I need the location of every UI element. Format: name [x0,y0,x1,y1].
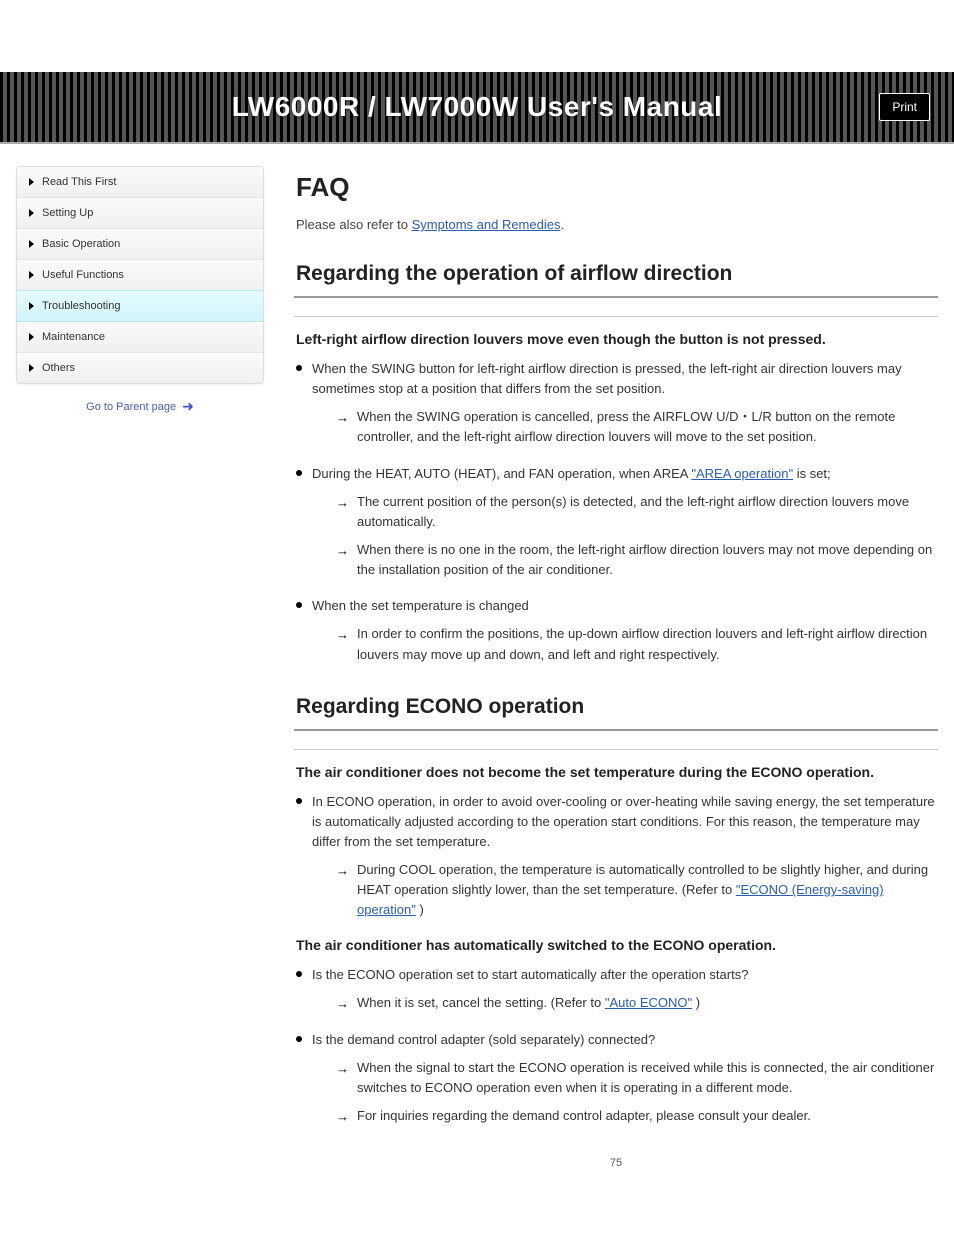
top-whitespace [0,0,954,72]
action-row: → When the SWING operation is cancelled,… [336,407,938,447]
answer-bullet: Is the demand control adapter (sold sepa… [294,1030,938,1128]
arrow-right-icon: → [336,1058,349,1098]
answer-bullet: Is the ECONO operation set to start auto… [294,965,938,1014]
section-heading-airflow: Regarding the operation of airflow direc… [296,262,938,286]
answer-text: During the HEAT, AUTO (HEAT), and FAN op… [312,466,831,481]
answer-text: When the set temperature is changed [312,598,529,613]
caret-right-icon [29,240,34,248]
nav-item-basic-operation[interactable]: Basic Operation [17,229,263,260]
caret-right-icon [29,302,34,310]
answer-bullet: When the set temperature is changed → In… [294,596,938,664]
arrow-right-icon: → [336,860,349,920]
arrow-right-icon: → [336,1106,349,1127]
action-text: In order to confirm the positions, the u… [357,624,938,664]
action-row: → When the signal to start the ECONO ope… [336,1058,938,1098]
divider [294,749,938,750]
action-text: When it is set, cancel the setting. (Ref… [357,993,938,1014]
parent-page-label: Go to Parent page [86,401,176,413]
answer-text: Is the ECONO operation set to start auto… [312,967,748,982]
action-row: → The current position of the person(s) … [336,492,938,532]
nav-label: Setting Up [42,207,93,219]
print-button[interactable]: Print [879,93,930,121]
nav-label: Read This First [42,176,116,188]
action-text: For inquiries regarding the demand contr… [357,1106,938,1127]
faq-question: The air conditioner has automatically sw… [296,937,938,953]
answer-text: When the SWING button for left-right air… [312,361,902,396]
action-row: → During COOL operation, the temperature… [336,860,938,920]
area-operation-link[interactable]: "AREA operation" [691,466,793,481]
parent-page-link[interactable]: Go to Parent page ➜ [16,398,264,415]
nav-item-setting-up[interactable]: Setting Up [17,198,263,229]
answer-bullet: In ECONO operation, in order to avoid ov… [294,792,938,921]
caret-right-icon [29,364,34,372]
answer-list: When the SWING button for left-right air… [294,359,938,665]
action-row: → For inquiries regarding the demand con… [336,1106,938,1127]
manual-title: LW6000R / LW7000W User's Manual [24,91,930,123]
nav-label: Maintenance [42,331,105,343]
arrow-right-icon: → [336,407,349,447]
faq-question: The air conditioner does not become the … [296,764,938,780]
nav-item-troubleshooting[interactable]: Troubleshooting [17,290,263,322]
nav-label: Basic Operation [42,238,120,250]
action-text: When there is no one in the room, the le… [357,540,938,580]
arrow-right-icon: → [336,492,349,532]
divider [294,296,938,298]
arrow-right-icon: → [336,540,349,580]
action-row: → When there is no one in the room, the … [336,540,938,580]
answer-list: In ECONO operation, in order to avoid ov… [294,792,938,921]
action-text: During COOL operation, the temperature i… [357,860,938,920]
answer-text: Is the demand control adapter (sold sepa… [312,1032,655,1047]
nav-item-others[interactable]: Others [17,353,263,383]
nav-item-maintenance[interactable]: Maintenance [17,322,263,353]
caret-right-icon [29,209,34,217]
arrow-right-icon: ➜ [182,398,194,415]
symptoms-link[interactable]: Symptoms and Remedies [412,217,561,232]
page-number: 75 [294,1157,938,1169]
main-content: FAQ Please also refer to Symptoms and Re… [294,166,938,1169]
auto-econo-link[interactable]: "Auto ECONO" [605,995,692,1010]
nav-label: Useful Functions [42,269,124,281]
divider [294,316,938,317]
arrow-right-icon: → [336,624,349,664]
divider [294,729,938,731]
action-text: When the signal to start the ECONO opera… [357,1058,938,1098]
lead-note: Please also refer to Symptoms and Remedi… [296,217,938,232]
action-text: When the SWING operation is cancelled, p… [357,407,938,447]
answer-bullet: When the SWING button for left-right air… [294,359,938,448]
action-row: → When it is set, cancel the setting. (R… [336,993,938,1014]
answer-bullet: During the HEAT, AUTO (HEAT), and FAN op… [294,464,938,581]
section-heading-econo: Regarding ECONO operation [296,695,938,719]
faq-question: Left-right airflow direction louvers mov… [296,331,938,347]
nav-item-read-this-first[interactable]: Read This First [17,167,263,198]
page-title: FAQ [296,172,938,203]
header-banner: LW6000R / LW7000W User's Manual Print [0,72,954,144]
nav-item-useful-functions[interactable]: Useful Functions [17,260,263,291]
action-text: The current position of the person(s) is… [357,492,938,532]
nav-label: Others [42,362,75,374]
caret-right-icon [29,178,34,186]
page-body: Read This First Setting Up Basic Operati… [0,144,954,1209]
action-row: → In order to confirm the positions, the… [336,624,938,664]
sidebar: Read This First Setting Up Basic Operati… [16,166,264,415]
nav-label: Troubleshooting [42,300,120,312]
caret-right-icon [29,271,34,279]
answer-list: Is the ECONO operation set to start auto… [294,965,938,1128]
arrow-right-icon: → [336,993,349,1014]
caret-right-icon [29,333,34,341]
answer-text: In ECONO operation, in order to avoid ov… [312,794,935,849]
nav-list: Read This First Setting Up Basic Operati… [16,166,264,384]
